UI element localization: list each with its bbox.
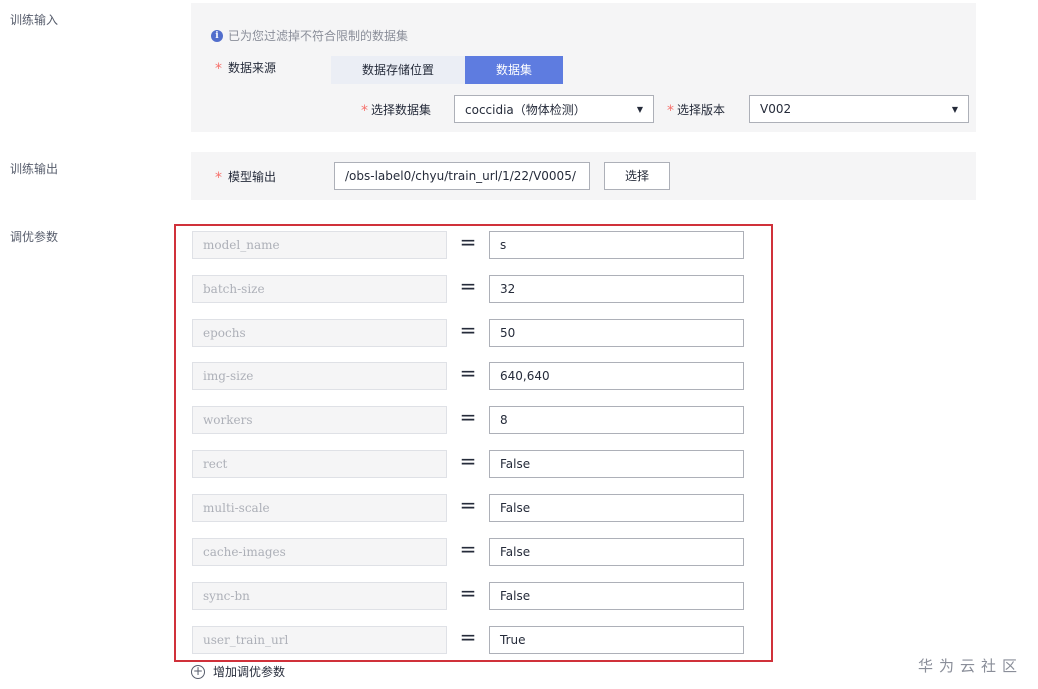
param-key-input[interactable]: batch-size — [192, 275, 447, 303]
param-key-input[interactable]: img-size — [192, 362, 447, 390]
select-path-button[interactable]: 选择 — [604, 162, 670, 190]
section-label-tuning-params: 调优参数 — [10, 230, 59, 244]
train-input-panel: i 已为您过滤掉不符合限制的数据集 * 数据来源 数据存储位置 数据集 * 选择数据… — [191, 3, 976, 132]
model-output-label: * 模型输出 — [215, 169, 277, 186]
param-key-input[interactable]: user_train_url — [192, 626, 447, 654]
param-value-input[interactable]: False — [489, 450, 744, 478]
dataset-select[interactable]: coccidia（物体检测） ▼ — [454, 95, 654, 123]
tuning-params-highlight: model_name = s batch-size = 32 epochs = … — [174, 224, 773, 662]
tab-dataset[interactable]: 数据集 — [465, 56, 563, 84]
param-row: img-size = 640,640 — [192, 361, 752, 390]
param-row: cache-images = False — [192, 537, 752, 566]
equals-sign: = — [459, 318, 477, 342]
required-mark: * — [667, 102, 674, 119]
version-select-value: V002 — [760, 102, 792, 116]
required-mark: * — [361, 102, 368, 119]
param-key-input[interactable]: sync-bn — [192, 582, 447, 610]
param-key-input[interactable]: workers — [192, 406, 447, 434]
required-mark: * — [215, 169, 222, 186]
section-label-train-input: 训练输入 — [10, 13, 59, 27]
equals-sign: = — [459, 274, 477, 298]
param-value-input[interactable]: False — [489, 538, 744, 566]
param-row: epochs = 50 — [192, 318, 752, 347]
equals-sign: = — [459, 537, 477, 561]
equals-sign: = — [459, 405, 477, 429]
caret-down-icon: ▼ — [636, 104, 643, 114]
version-select[interactable]: V002 ▼ — [749, 95, 969, 123]
tab-storage-location[interactable]: 数据存储位置 — [331, 56, 465, 84]
train-output-panel: * 模型输出 /obs-label0/chyu/train_url/1/22/V0… — [191, 152, 976, 200]
param-value-input[interactable]: 8 — [489, 406, 744, 434]
param-key-input[interactable]: cache-images — [192, 538, 447, 566]
param-row: user_train_url = True — [192, 625, 752, 654]
param-value-input[interactable]: False — [489, 494, 744, 522]
param-value-input[interactable]: 32 — [489, 275, 744, 303]
data-source-toggle: 数据存储位置 数据集 — [331, 56, 563, 84]
param-value-input[interactable]: True — [489, 626, 744, 654]
watermark: 华为云社区 — [918, 657, 1024, 675]
param-row: workers = 8 — [192, 405, 752, 434]
param-key-input[interactable]: epochs — [192, 319, 447, 347]
equals-sign: = — [459, 625, 477, 649]
param-row: sync-bn = False — [192, 581, 752, 610]
param-row: model_name = s — [192, 230, 752, 259]
param-key-input[interactable]: rect — [192, 450, 447, 478]
param-key-input[interactable]: multi-scale — [192, 494, 447, 522]
model-output-path-input[interactable]: /obs-label0/chyu/train_url/1/22/V0005/ — [334, 162, 590, 190]
param-row: rect = False — [192, 449, 752, 478]
filter-info: i 已为您过滤掉不符合限制的数据集 — [211, 27, 408, 44]
param-row: multi-scale = False — [192, 493, 752, 522]
equals-sign: = — [459, 230, 477, 254]
required-mark: * — [215, 60, 222, 77]
param-value-input[interactable]: 50 — [489, 319, 744, 347]
version-select-label: * 选择版本 — [667, 102, 726, 119]
filter-info-text: 已为您过滤掉不符合限制的数据集 — [228, 29, 409, 43]
param-value-input[interactable]: False — [489, 582, 744, 610]
data-source-label: * 数据来源 — [215, 60, 277, 77]
info-icon: i — [211, 29, 223, 42]
param-value-input[interactable]: 640,640 — [489, 362, 744, 390]
param-value-input[interactable]: s — [489, 231, 744, 259]
equals-sign: = — [459, 361, 477, 385]
equals-sign: = — [459, 449, 477, 473]
caret-down-icon: ▼ — [951, 104, 958, 114]
add-param-label: 增加调优参数 — [213, 665, 286, 679]
section-label-train-output: 训练输出 — [10, 162, 59, 176]
dataset-select-value: coccidia（物体检测） — [465, 102, 586, 117]
dataset-select-label: * 选择数据集 — [361, 102, 432, 119]
add-param-button[interactable]: + 增加调优参数 — [191, 663, 285, 680]
equals-sign: = — [459, 581, 477, 605]
param-row: batch-size = 32 — [192, 274, 752, 303]
plus-circle-icon: + — [191, 663, 205, 679]
equals-sign: = — [459, 493, 477, 517]
param-key-input[interactable]: model_name — [192, 231, 447, 259]
